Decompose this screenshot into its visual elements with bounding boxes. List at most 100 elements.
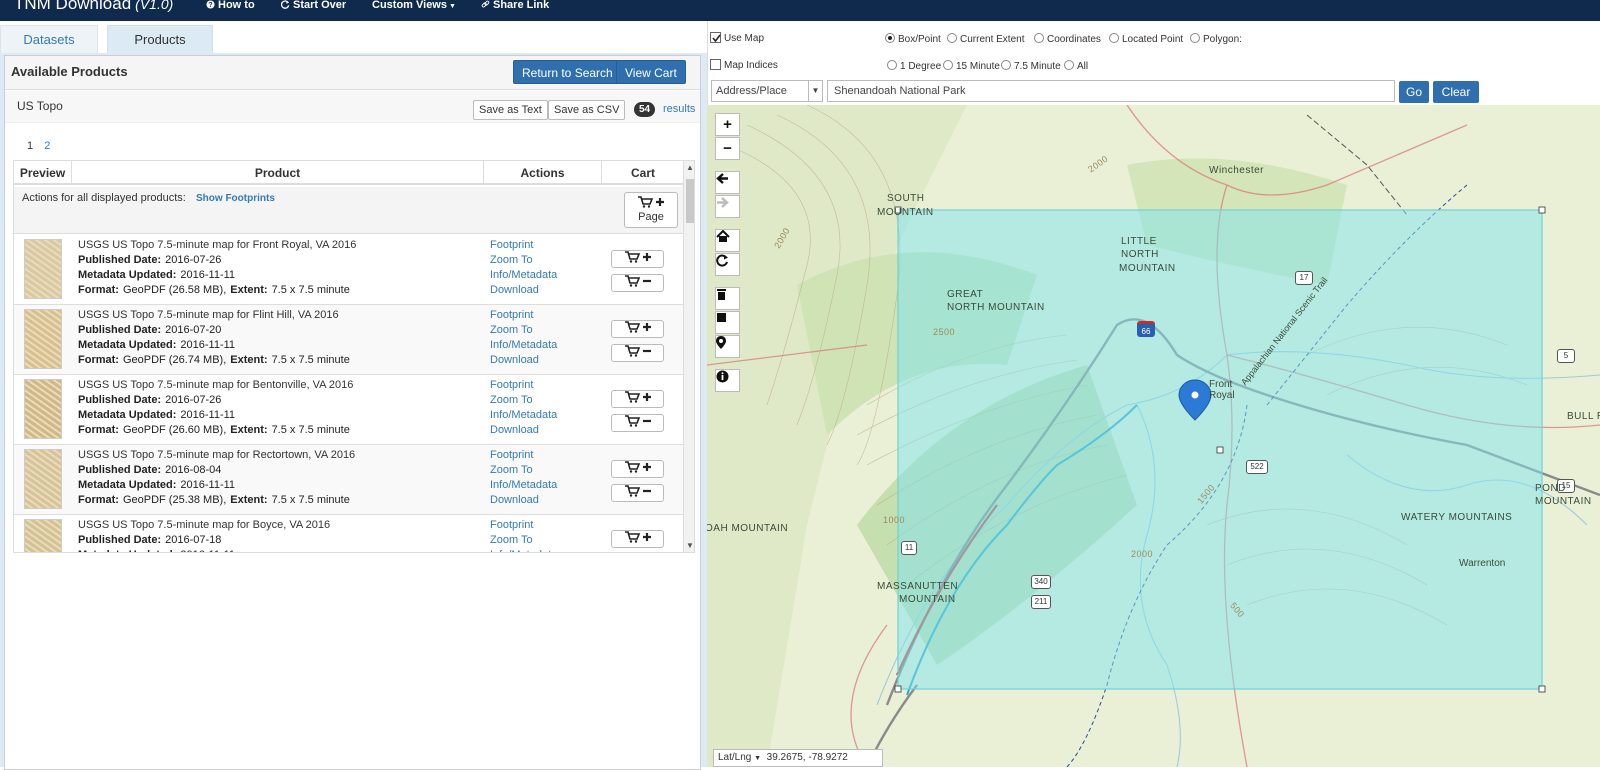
zoom-to-link[interactable]: Zoom To (490, 393, 557, 408)
nav-share-link[interactable]: Share Link (481, 0, 549, 11)
place-label: Royal (1209, 390, 1235, 401)
info-metadata-link[interactable]: Info/Metadata (490, 338, 557, 353)
save-as-csv-button[interactable]: Save as CSV (548, 100, 626, 120)
contour-label: 2000 (1131, 549, 1154, 559)
add-to-cart-button[interactable] (611, 530, 664, 548)
add-to-cart-button[interactable] (611, 250, 664, 268)
header-cart: Cart (630, 166, 655, 180)
table-header: Preview Product Actions Cart (14, 161, 684, 185)
footprint-link[interactable]: Footprint (490, 238, 557, 253)
download-link[interactable]: Download (490, 283, 557, 298)
back-extent-button[interactable] (715, 171, 740, 194)
draw-point-button[interactable] (715, 335, 740, 358)
question-icon: ? (206, 0, 215, 9)
format-extent: Format: GeoPDF (26.60 MB), Extent: 7.5 x 7.… (78, 424, 350, 436)
scrollbar-thumb[interactable] (686, 179, 694, 223)
radio-15-minute[interactable]: 15 Minute (943, 60, 1000, 72)
map-indices-checkbox[interactable]: Map Indices (710, 59, 778, 71)
map-preview-thumbnail[interactable] (24, 449, 62, 509)
search-type-select[interactable]: Address/Place ▼ (711, 80, 823, 102)
remove-from-cart-button[interactable] (611, 484, 664, 502)
radio-current-extent[interactable]: Current Extent (947, 33, 1024, 45)
download-link[interactable]: Download (490, 493, 557, 508)
refresh-map-button[interactable] (715, 253, 740, 276)
footprint-link[interactable]: Footprint (490, 378, 557, 393)
map-preview-thumbnail[interactable] (24, 309, 62, 369)
add-to-cart-button[interactable] (611, 460, 664, 478)
product-info: USGS US Topo 7.5-minute map for Rectorto… (78, 448, 355, 508)
delete-button[interactable] (715, 287, 740, 310)
home-button[interactable] (715, 229, 740, 252)
add-page-to-cart-button[interactable]: Page (624, 192, 678, 228)
remove-from-cart-button[interactable] (611, 274, 664, 292)
scroll-up-icon[interactable]: ▲ (686, 163, 694, 172)
radio-coordinates[interactable]: Coordinates (1034, 33, 1101, 45)
map-preview-thumbnail[interactable] (24, 239, 62, 299)
save-as-text-button[interactable]: Save as Text (473, 100, 548, 120)
add-to-cart-button[interactable] (611, 390, 664, 408)
forward-extent-button[interactable] (715, 195, 740, 218)
cart-plus-icon (625, 196, 677, 211)
add-to-cart-button[interactable] (611, 320, 664, 338)
radio-box-point[interactable]: Box/Point (885, 33, 941, 45)
scroll-down-icon[interactable]: ▼ (686, 541, 694, 550)
zoom-to-link[interactable]: Zoom To (490, 533, 557, 548)
radio-polygon[interactable]: Polygon: (1190, 33, 1242, 45)
route-shield-icon: 5 (1557, 349, 1575, 363)
info-metadata-link[interactable]: Info/Metadata (490, 268, 557, 283)
draw-box-button[interactable] (715, 311, 740, 334)
metadata-updated: Metadata Updated:2016-11-11 (78, 339, 236, 351)
tab-datasets[interactable]: Datasets (0, 25, 98, 53)
map-preview-thumbnail[interactable] (24, 379, 62, 439)
cart-minus-icon (624, 415, 651, 427)
info-metadata-link[interactable]: Info/Metadata (490, 548, 557, 552)
clear-button[interactable]: Clear (1433, 81, 1479, 103)
table-scrollbar[interactable]: ▲ ▼ (683, 161, 694, 552)
remove-from-cart-button[interactable] (611, 344, 664, 362)
info-button[interactable] (715, 369, 740, 392)
zoom-out-button[interactable]: − (715, 137, 740, 160)
zoom-in-button[interactable]: + (715, 113, 740, 136)
cart-plus-icon (624, 251, 651, 263)
zoom-to-link[interactable]: Zoom To (490, 253, 557, 268)
route-shield-icon: 522 (1246, 460, 1268, 474)
download-link[interactable]: Download (490, 423, 557, 438)
footprint-link[interactable]: Footprint (490, 308, 557, 323)
remove-from-cart-button[interactable] (611, 414, 664, 432)
coord-value: 39.2675, -78.9272 (766, 752, 848, 763)
footprint-link[interactable]: Footprint (490, 448, 557, 463)
radio-all[interactable]: All (1064, 60, 1088, 72)
radio-7-5-minute[interactable]: 7.5 Minute (1001, 60, 1061, 72)
download-link[interactable]: Download (490, 353, 557, 368)
map-view[interactable]: 66 17 522 340 211 11 15 5 Winchester SOU… (707, 105, 1600, 767)
return-to-search-button[interactable]: Return to Search (513, 60, 622, 84)
footprint-link[interactable]: Footprint (490, 518, 557, 533)
show-footprints-link[interactable]: Show Footprints (196, 193, 275, 204)
zoom-to-link[interactable]: Zoom To (490, 323, 557, 338)
info-metadata-link[interactable]: Info/Metadata (490, 478, 557, 493)
app-brand[interactable]: TNM Download (V1.0) (14, 0, 173, 14)
map-panel: Use Map Map Indices Box/Point Current Ex… (707, 21, 1600, 767)
place-label: Front (1209, 379, 1233, 390)
nav-custom-views[interactable]: Custom Views ▼ (372, 0, 456, 11)
view-cart-button[interactable]: View Cart (616, 60, 686, 84)
results-link[interactable]: results (663, 103, 695, 115)
place-search-input[interactable]: Shenandoah National Park (827, 80, 1395, 102)
place-label: OAH MOUNTAIN (707, 523, 789, 534)
go-button[interactable]: Go (1399, 81, 1429, 103)
product-title: USGS US Topo 7.5-minute map for Boyce, V… (78, 519, 331, 531)
radio-1-degree[interactable]: 1 Degree (887, 60, 941, 72)
radio-located-point[interactable]: Located Point (1109, 33, 1183, 45)
contour-label: 2500 (933, 327, 956, 337)
page-2-link[interactable]: 2 (44, 140, 50, 152)
info-metadata-link[interactable]: Info/Metadata (490, 408, 557, 423)
place-label: NORTH MOUNTAIN (947, 302, 1045, 313)
tab-products[interactable]: Products (107, 25, 213, 53)
nav-how-to[interactable]: ? How to (206, 0, 255, 11)
zoom-to-link[interactable]: Zoom To (490, 463, 557, 478)
map-preview-thumbnail[interactable] (24, 519, 62, 552)
nav-start-over[interactable]: Start Over (280, 0, 346, 11)
use-map-checkbox[interactable]: Use Map (710, 32, 764, 44)
coord-type-select[interactable]: Lat/Lng (718, 752, 751, 763)
cart-minus-icon (624, 275, 651, 287)
